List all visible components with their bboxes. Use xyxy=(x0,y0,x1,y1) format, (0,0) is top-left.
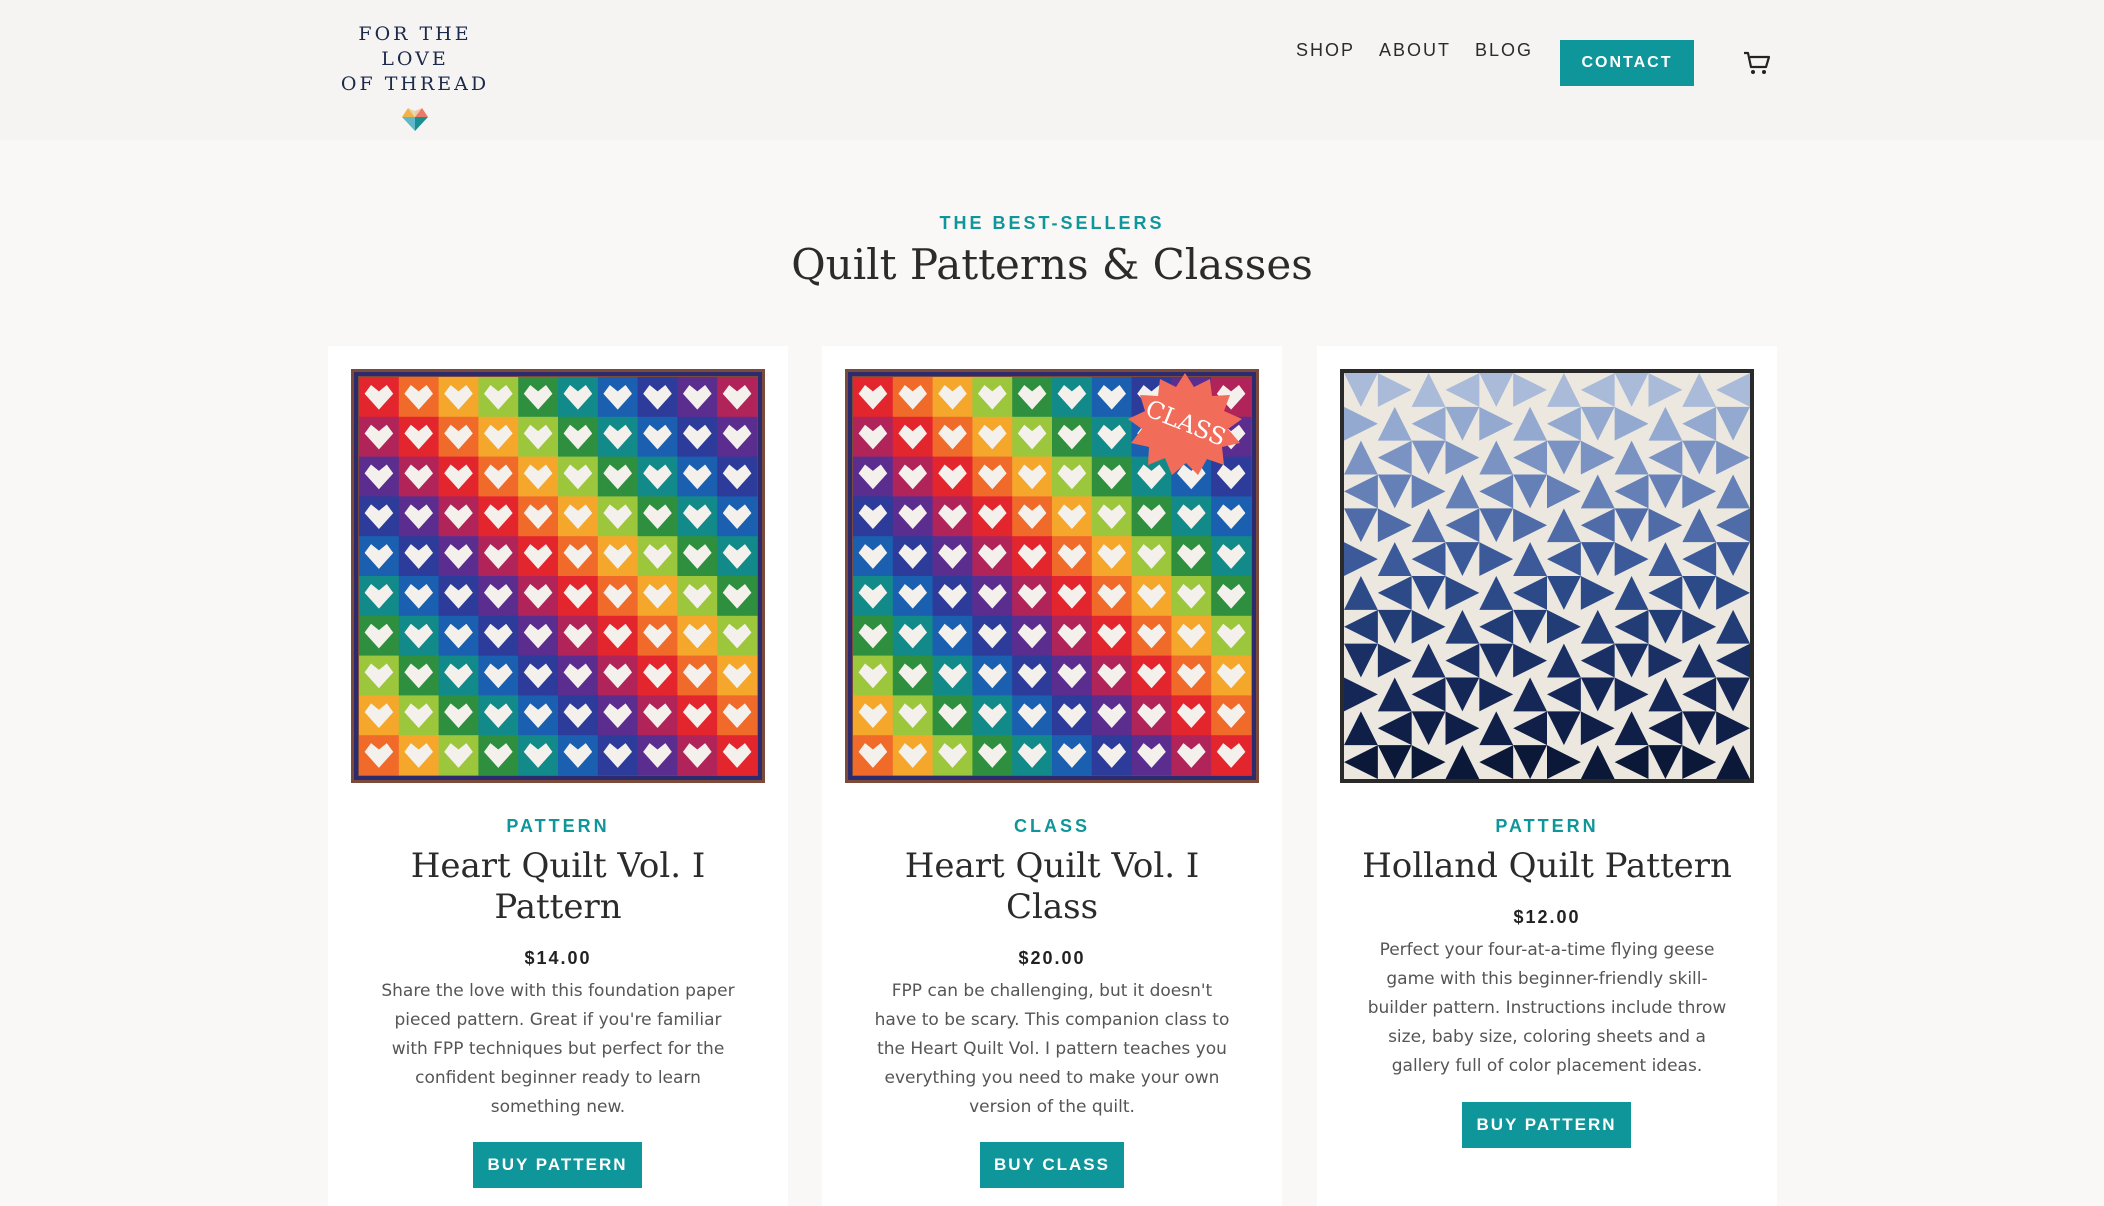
section-title: Quilt Patterns & Classes xyxy=(791,240,1313,289)
product-type: CLASS xyxy=(1013,816,1090,836)
product-title[interactable]: Heart Quilt Vol. I Pattern xyxy=(348,846,768,928)
logo-text-line2: OF THREAD xyxy=(340,73,490,95)
product-title[interactable]: Holland Quilt Pattern xyxy=(1337,846,1757,887)
cart-icon[interactable] xyxy=(1743,50,1771,76)
site-header: FOR THE LOVE OF THREAD SHOP ABOUT BLOG C… xyxy=(0,0,2104,140)
nav-shop[interactable]: SHOP xyxy=(1296,40,1355,61)
class-badge: CLASS xyxy=(1128,373,1242,475)
product-type: PATTERN xyxy=(1495,816,1599,836)
nav-blog[interactable]: BLOG xyxy=(1475,40,1533,61)
site-logo[interactable]: FOR THE LOVE OF THREAD xyxy=(330,22,500,131)
nav-about[interactable]: ABOUT xyxy=(1379,40,1451,61)
main-nav: SHOP ABOUT BLOG xyxy=(1296,40,1557,61)
contact-button[interactable]: CONTACT xyxy=(1560,40,1694,86)
product-image[interactable] xyxy=(1340,369,1754,783)
buy-pattern-button[interactable]: BUY PATTERN xyxy=(473,1142,642,1188)
product-title-line1: Heart Quilt Vol. I xyxy=(904,846,1200,886)
buy-pattern-button[interactable]: BUY PATTERN xyxy=(1462,1102,1631,1148)
buy-class-button[interactable]: BUY CLASS xyxy=(980,1142,1124,1188)
product-card: CLASS CLASS Heart Quilt Vol. I Class $20… xyxy=(822,346,1282,1206)
product-card: PATTERN Holland Quilt Pattern $12.00 Per… xyxy=(1317,346,1777,1206)
product-description: Share the love with this foundation pape… xyxy=(381,981,735,1117)
product-title-line2: Class xyxy=(1005,887,1099,927)
product-title-line1: Heart Quilt Vol. I xyxy=(410,846,706,886)
heart-logo-icon xyxy=(402,108,428,131)
section-eyebrow: THE BEST-SELLERS xyxy=(939,213,1165,233)
logo-text-line1: FOR THE LOVE xyxy=(358,23,472,70)
product-type: PATTERN xyxy=(506,816,610,836)
product-image[interactable] xyxy=(351,369,765,783)
product-description: FPP can be challenging, but it doesn't h… xyxy=(874,981,1230,1117)
product-description: Perfect your four-at-a-time flying geese… xyxy=(1367,940,1727,1076)
product-price: $12.00 xyxy=(1513,907,1581,927)
product-image[interactable]: CLASS xyxy=(845,369,1259,783)
product-title-line2: Pattern xyxy=(494,887,622,927)
product-price: $20.00 xyxy=(1018,948,1086,968)
product-card: PATTERN Heart Quilt Vol. I Pattern $14.0… xyxy=(328,346,788,1206)
product-price: $14.00 xyxy=(524,948,592,968)
product-title[interactable]: Heart Quilt Vol. I Class xyxy=(842,846,1262,928)
